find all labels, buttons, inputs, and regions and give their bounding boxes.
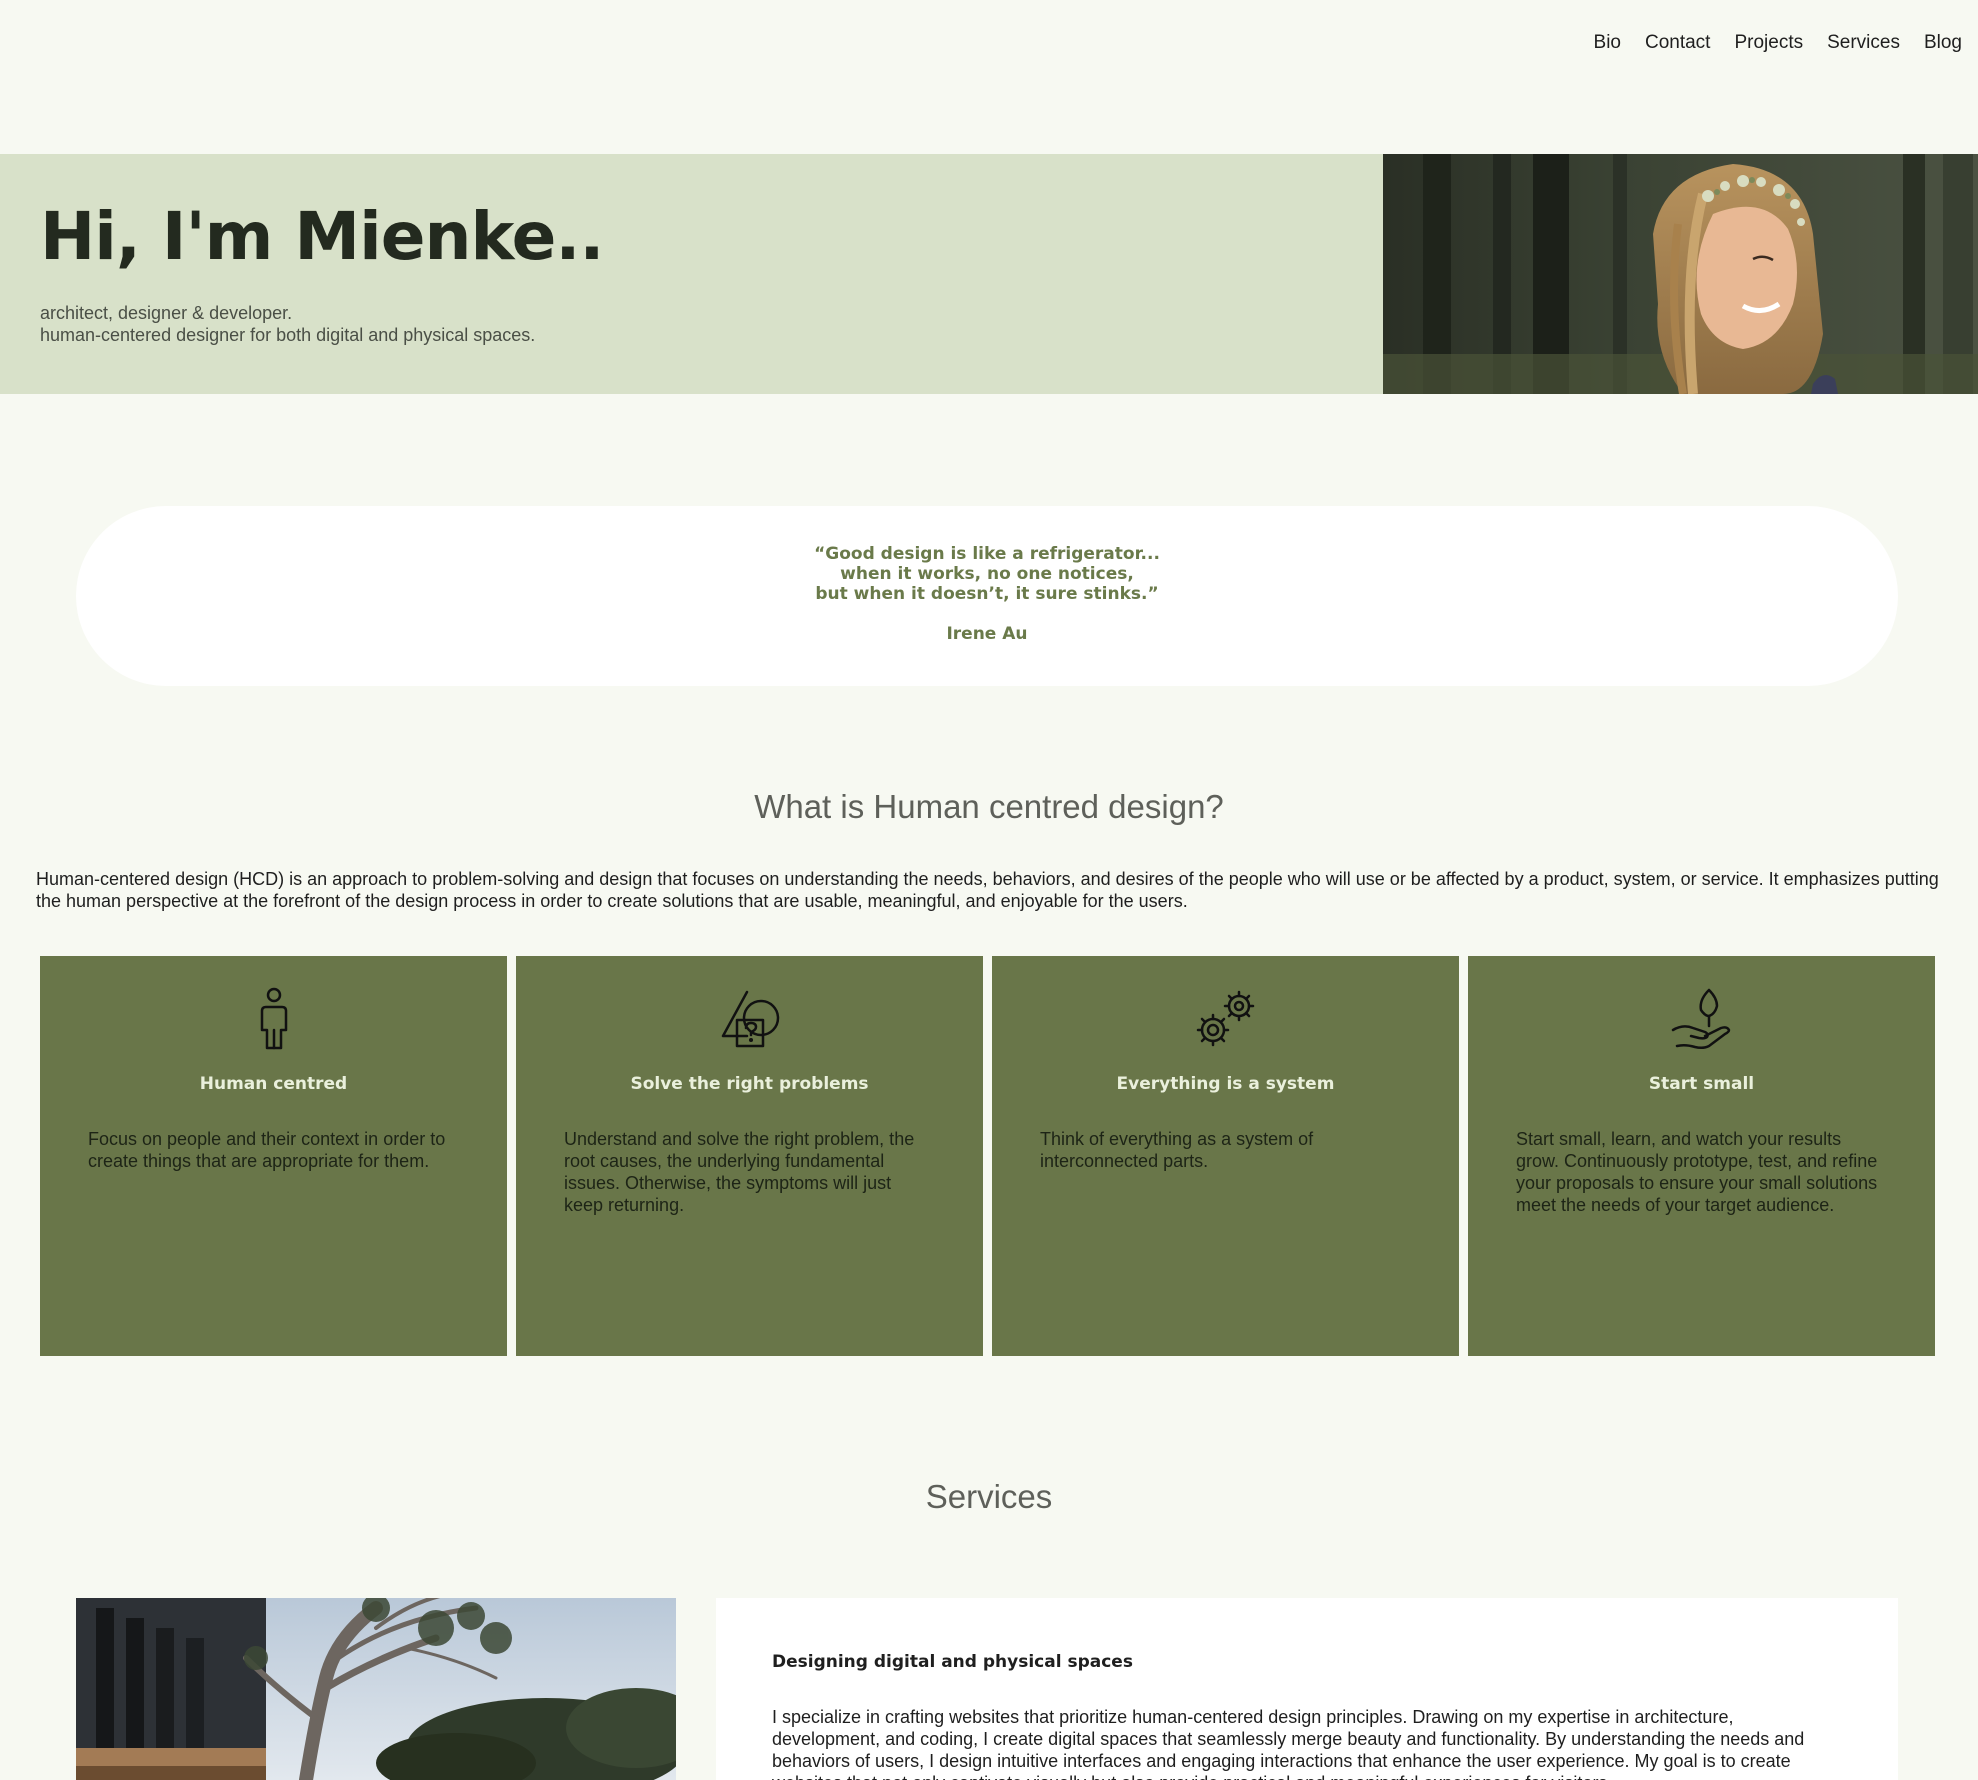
- services-section-title: Services: [925, 1478, 1053, 1515]
- card-title: Start small: [1648, 1074, 1755, 1094]
- hand-sprout-icon: [1468, 986, 1935, 1052]
- quote-text: “Good design is like a refrigerator... w…: [814, 544, 1160, 604]
- hcd-section-title: What is Human centred design?: [754, 788, 1224, 825]
- nav-link-services[interactable]: Services: [1827, 32, 1900, 53]
- card-text: Start small, learn, and watch your resul…: [1516, 1129, 1878, 1215]
- card-text: Think of everything as a system of inter…: [1040, 1129, 1314, 1171]
- principle-card: Solve the right problems Understand and …: [516, 956, 983, 1356]
- principle-card: Everything is a system Think of everythi…: [992, 956, 1459, 1356]
- nav-link-bio[interactable]: Bio: [1594, 32, 1621, 53]
- quote-card: “Good design is like a refrigerator... w…: [76, 506, 1898, 686]
- service-text: I specialize in crafting websites that p…: [772, 1707, 1805, 1780]
- portrait-photo: [1383, 154, 1978, 394]
- nav-link-projects[interactable]: Projects: [1734, 32, 1803, 53]
- gears-icon: [992, 986, 1459, 1052]
- nav-link-contact[interactable]: Contact: [1645, 32, 1710, 53]
- hero-banner: Hi, I'm Mienke.. architect, designer & d…: [0, 154, 1978, 394]
- hero-subtitle-line-2: human-centered designer for both digital…: [40, 325, 536, 345]
- principle-card: Human centred Focus on people and their …: [40, 956, 507, 1356]
- nav-menu: Bio Contact Projects Services Blog: [1594, 32, 1962, 54]
- nav-item-projects: Projects: [1734, 32, 1803, 54]
- service-heading: Designing digital and physical spaces: [772, 1652, 1133, 1672]
- nav-item-blog: Blog: [1924, 32, 1962, 54]
- question-shapes-icon: [516, 986, 983, 1052]
- principle-card: Start small Start small, learn, and watc…: [1468, 956, 1935, 1356]
- card-title: Everything is a system: [1116, 1074, 1335, 1094]
- nav-item-contact: Contact: [1645, 32, 1710, 54]
- architecture-photo: [76, 1598, 676, 1780]
- hero-title: Hi, I'm Mienke..: [40, 198, 604, 275]
- nav-item-bio: Bio: [1594, 32, 1621, 54]
- top-nav: Bio Contact Projects Services Blog: [0, 0, 1978, 90]
- card-title: Human centred: [199, 1074, 348, 1094]
- hcd-description: Human-centered design (HCD) is an approa…: [36, 869, 1939, 911]
- nav-link-blog[interactable]: Blog: [1924, 32, 1962, 53]
- card-title: Solve the right problems: [630, 1074, 869, 1094]
- principle-cards: Human centred Focus on people and their …: [40, 956, 1935, 1356]
- card-text: Understand and solve the right problem, …: [564, 1129, 915, 1215]
- hero-subtitle: architect, designer & developer. human-c…: [40, 302, 535, 346]
- person-icon: [40, 986, 507, 1052]
- service-card: Designing digital and physical spaces I …: [716, 1598, 1898, 1780]
- nav-item-services: Services: [1827, 32, 1900, 54]
- card-text: Focus on people and their context in ord…: [88, 1129, 446, 1171]
- quote-author: Irene Au: [946, 624, 1028, 644]
- hero-subtitle-line-1: architect, designer & developer.: [40, 303, 293, 323]
